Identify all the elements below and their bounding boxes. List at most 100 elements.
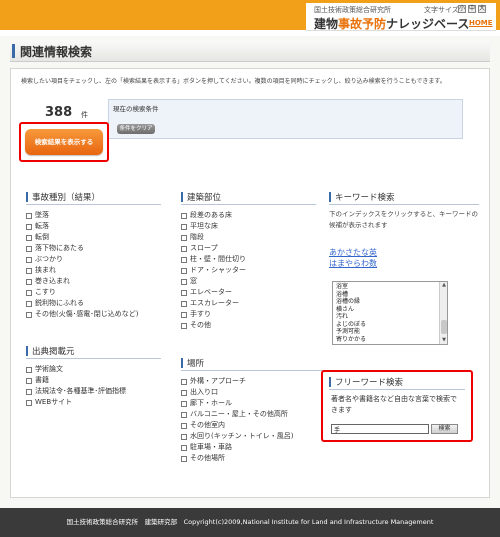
keyword-candidate[interactable]: 浴槽: [336, 291, 444, 299]
checkbox[interactable]: [26, 300, 32, 307]
building-part-option[interactable]: 手すり: [181, 309, 316, 320]
checkbox[interactable]: [181, 444, 187, 451]
checkbox[interactable]: [181, 212, 187, 219]
checkbox[interactable]: [181, 433, 187, 440]
scroll-down-icon[interactable]: ▼: [441, 337, 447, 343]
checkbox[interactable]: [26, 245, 32, 252]
building-part-option[interactable]: エスカレーター: [181, 298, 316, 309]
place-option[interactable]: 出入り口: [181, 387, 326, 398]
page-title-bar: 関連情報検索: [10, 40, 490, 62]
checkbox[interactable]: [181, 289, 187, 296]
source-option[interactable]: 法規法令･各種基準･評価指標: [26, 386, 161, 397]
checkbox[interactable]: [181, 234, 187, 241]
free-word-input[interactable]: [331, 424, 429, 434]
accident-type-option[interactable]: ぶつかり: [26, 254, 161, 265]
font-size-medium-button[interactable]: 中: [468, 5, 476, 13]
checkbox[interactable]: [181, 245, 187, 252]
checkbox[interactable]: [26, 399, 32, 406]
checkbox[interactable]: [26, 267, 32, 274]
checkbox[interactable]: [181, 400, 187, 407]
clear-conditions-button[interactable]: 条件をクリア: [117, 124, 155, 134]
accident-type-option[interactable]: 巻き込まれ: [26, 276, 161, 287]
accident-type-option[interactable]: こすり: [26, 287, 161, 298]
accident-type-option[interactable]: 転落: [26, 221, 161, 232]
building-part-option[interactable]: 段差のある床: [181, 210, 316, 221]
source-option[interactable]: WEBサイト: [26, 397, 161, 408]
accident-type-option[interactable]: 落下物にあたる: [26, 243, 161, 254]
current-conditions-label: 現在の検索条件: [113, 105, 159, 113]
accident-type-option[interactable]: 挟まれ: [26, 265, 161, 276]
source-option[interactable]: 書籍: [26, 375, 161, 386]
keyword-index-row-2[interactable]: はまやらわ数: [329, 258, 479, 269]
keyword-candidate[interactable]: よじのぼる: [336, 321, 444, 329]
keyword-candidate[interactable]: 浴槽の縁: [336, 298, 444, 306]
checkbox[interactable]: [26, 366, 32, 373]
section-keyword-search: キーワード検索 下のインデックスをクリックすると、キーワードの候補が表示されます…: [329, 191, 479, 361]
checkbox[interactable]: [181, 378, 187, 385]
checkbox[interactable]: [26, 311, 32, 318]
checkbox[interactable]: [181, 223, 187, 230]
place-option[interactable]: バルコニー・屋上・その他高所: [181, 409, 326, 420]
section-place: 場所 外構・アプローチ 出入り口 廊下・ホール バルコニー・屋上・その他高所 そ…: [181, 357, 326, 464]
keyword-candidate[interactable]: 浴室: [336, 283, 444, 291]
checkbox[interactable]: [181, 278, 187, 285]
building-part-option[interactable]: エレベーター: [181, 287, 316, 298]
accident-type-option[interactable]: 転倒: [26, 232, 161, 243]
section-header: 場所: [181, 357, 326, 371]
keyword-index-row-1[interactable]: あかさたな英: [329, 247, 479, 258]
show-results-button[interactable]: 検索結果を表示する: [25, 129, 103, 155]
keyword-candidate[interactable]: 寄りかかる: [336, 336, 444, 344]
scroll-up-icon[interactable]: ▲: [441, 282, 447, 288]
keyword-candidate-list[interactable]: 浴室 浴槽 浴槽の縁 横さん 汚れ よじのぼる 予測可能 寄りかかる ▲ ▼: [332, 281, 448, 345]
checkbox[interactable]: [181, 256, 187, 263]
section-free-word: フリーワード検索: [329, 376, 465, 390]
building-part-option[interactable]: スロープ: [181, 243, 316, 254]
checkbox[interactable]: [26, 289, 32, 296]
keyword-candidate[interactable]: 予測可能: [336, 328, 444, 336]
org-name-small: 国土技術政策総合研究所: [314, 6, 391, 14]
checkbox[interactable]: [181, 411, 187, 418]
font-size-small-button[interactable]: 小: [458, 5, 466, 13]
building-part-option[interactable]: その他: [181, 320, 316, 331]
checkbox[interactable]: [181, 311, 187, 318]
section-header: 出典掲載元: [26, 345, 161, 359]
checkbox[interactable]: [26, 256, 32, 263]
checkbox[interactable]: [26, 212, 32, 219]
building-part-option[interactable]: 平坦な床: [181, 221, 316, 232]
font-size-large-button[interactable]: 大: [478, 5, 486, 13]
keyword-list-scrollbar[interactable]: ▲ ▼: [439, 282, 447, 344]
accident-type-option[interactable]: 鋭利物にふれる: [26, 298, 161, 309]
checkbox[interactable]: [26, 377, 32, 384]
scroll-thumb[interactable]: [441, 320, 447, 334]
place-option[interactable]: 外構・アプローチ: [181, 376, 326, 387]
checkbox[interactable]: [26, 278, 32, 285]
checkbox[interactable]: [181, 322, 187, 329]
checkbox[interactable]: [26, 388, 32, 395]
place-option[interactable]: その他場所: [181, 453, 326, 464]
place-option[interactable]: その他室内: [181, 420, 326, 431]
source-option[interactable]: 学術論文: [26, 364, 161, 375]
place-option[interactable]: 廊下・ホール: [181, 398, 326, 409]
place-option[interactable]: 駐車場・車路: [181, 442, 326, 453]
checkbox[interactable]: [26, 223, 32, 230]
accident-type-option[interactable]: その他(火傷･感電･閉じ込めなど): [26, 309, 161, 320]
building-part-option[interactable]: 階段: [181, 232, 316, 243]
keyword-candidate[interactable]: 汚れ: [336, 313, 444, 321]
result-count-unit: 件: [81, 111, 88, 119]
section-title: 出典掲載元: [32, 347, 75, 357]
keyword-candidate[interactable]: 横さん: [336, 306, 444, 314]
building-part-option[interactable]: 柱・壁・間仕切り: [181, 254, 316, 265]
section-header: キーワード検索: [329, 191, 479, 205]
building-part-option[interactable]: 窓: [181, 276, 316, 287]
checkbox[interactable]: [181, 300, 187, 307]
building-part-option[interactable]: ドア・シャッター: [181, 265, 316, 276]
home-link[interactable]: HOME: [469, 19, 493, 27]
checkbox[interactable]: [181, 455, 187, 462]
accident-type-option[interactable]: 墜落: [26, 210, 161, 221]
checkbox[interactable]: [26, 234, 32, 241]
checkbox[interactable]: [181, 267, 187, 274]
free-word-search-button[interactable]: 検索: [431, 424, 458, 434]
place-option[interactable]: 水回り(キッチン・トイレ・風呂): [181, 431, 326, 442]
checkbox[interactable]: [181, 389, 187, 396]
checkbox[interactable]: [181, 422, 187, 429]
